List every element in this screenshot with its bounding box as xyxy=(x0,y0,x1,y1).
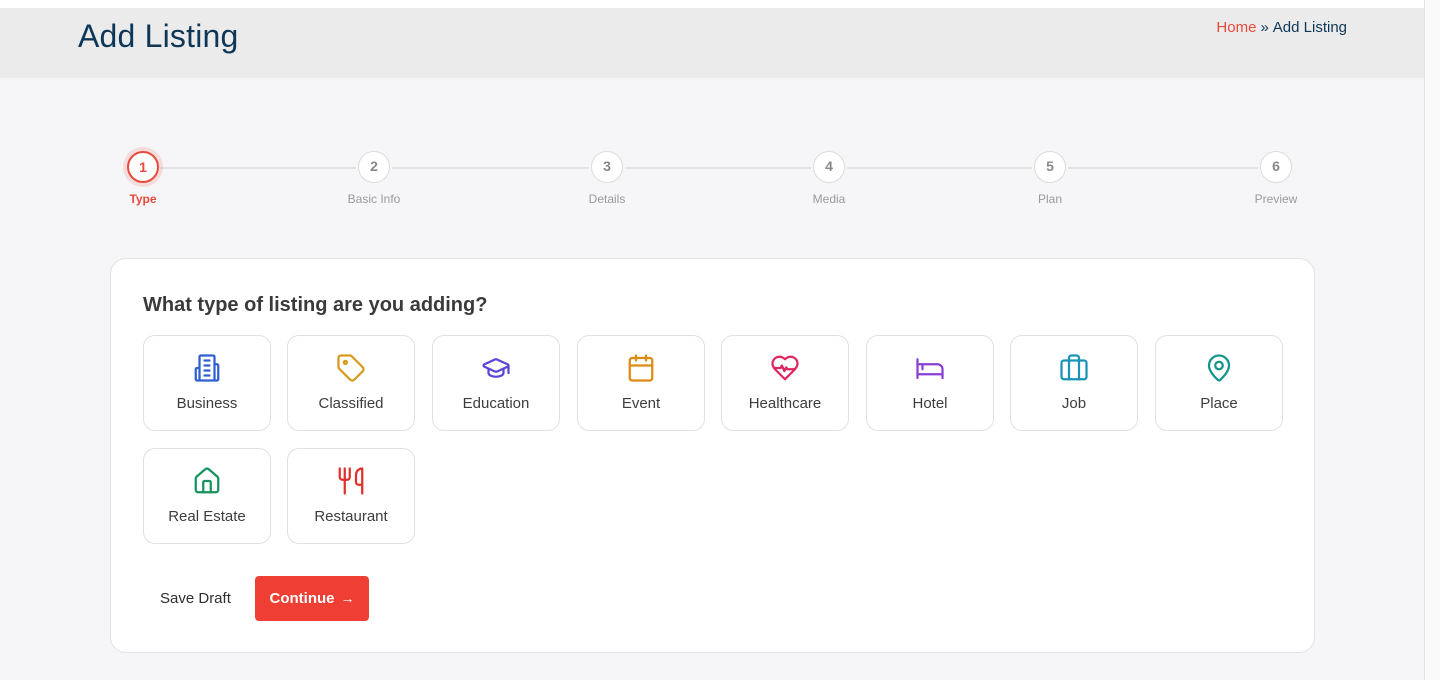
breadcrumb-separator: » xyxy=(1260,19,1269,36)
step-number: 4 xyxy=(813,151,845,183)
continue-button[interactable]: Continue → xyxy=(255,576,369,621)
step-label: Details xyxy=(588,192,626,206)
type-option-classified[interactable]: Classified xyxy=(287,335,415,431)
type-option-place[interactable]: Place xyxy=(1155,335,1283,431)
type-option-label: Hotel xyxy=(912,395,948,412)
step-connector xyxy=(1068,167,1258,169)
type-option-label: Restaurant xyxy=(314,508,388,525)
building-icon xyxy=(144,353,270,383)
type-option-event[interactable]: Event xyxy=(577,335,705,431)
type-option-label: Classified xyxy=(318,395,384,412)
type-option-restaurant[interactable]: Restaurant xyxy=(287,448,415,544)
listing-type-card: What type of listing are you adding? Bus… xyxy=(110,258,1315,653)
graduation-cap-icon xyxy=(433,353,559,383)
type-option-label: Real Estate xyxy=(168,508,246,525)
step-label: Basic Info xyxy=(347,192,401,206)
arrow-right-icon: → xyxy=(340,590,355,606)
step-number: 1 xyxy=(127,151,159,183)
breadcrumb: Home» Add Listing xyxy=(1216,19,1347,36)
step-connector xyxy=(160,167,356,169)
page-title: Add Listing xyxy=(78,18,239,54)
step-preview[interactable]: 6 Preview xyxy=(1231,150,1321,206)
step-label: Media xyxy=(812,192,846,206)
type-option-label: Healthcare xyxy=(748,395,822,412)
type-option-label: Education xyxy=(462,395,530,412)
type-option-real-estate[interactable]: Real Estate xyxy=(143,448,271,544)
step-plan[interactable]: 5 Plan xyxy=(1005,150,1095,206)
step-label: Type xyxy=(129,192,157,206)
type-option-education[interactable]: Education xyxy=(432,335,560,431)
breadcrumb-home-link[interactable]: Home xyxy=(1216,19,1256,36)
type-option-healthcare[interactable]: Healthcare xyxy=(721,335,849,431)
house-icon xyxy=(144,466,270,496)
type-option-hotel[interactable]: Hotel xyxy=(866,335,994,431)
continue-label: Continue xyxy=(269,590,335,607)
step-number: 2 xyxy=(358,151,390,183)
calendar-icon xyxy=(578,353,704,383)
step-label: Preview xyxy=(1254,192,1298,206)
step-basic-info[interactable]: 2 Basic Info xyxy=(329,150,419,206)
type-option-label: Job xyxy=(1061,395,1087,412)
utensils-icon xyxy=(288,466,414,496)
tag-icon xyxy=(288,353,414,383)
step-label: Plan xyxy=(1037,192,1063,206)
page-header: Add Listing Home» Add Listing xyxy=(0,8,1424,78)
step-media[interactable]: 4 Media xyxy=(784,150,874,206)
top-strip xyxy=(0,0,1424,8)
type-option-label: Business xyxy=(176,395,238,412)
stepper: 1 Type 2 Basic Info 3 Details 4 Media 5 … xyxy=(0,150,1424,220)
scrollbar-track[interactable] xyxy=(1424,0,1440,680)
step-type[interactable]: 1 Type xyxy=(98,150,188,206)
type-option-job[interactable]: Job xyxy=(1010,335,1138,431)
step-number: 5 xyxy=(1034,151,1066,183)
listing-type-question: What type of listing are you adding? xyxy=(143,294,488,316)
step-details[interactable]: 3 Details xyxy=(562,150,652,206)
bed-icon xyxy=(867,353,993,383)
breadcrumb-current: Add Listing xyxy=(1272,19,1347,36)
step-connector xyxy=(392,167,589,169)
type-option-business[interactable]: Business xyxy=(143,335,271,431)
map-pin-icon xyxy=(1156,353,1282,383)
save-draft-button[interactable]: Save Draft xyxy=(143,577,248,621)
step-number: 3 xyxy=(591,151,623,183)
step-number: 6 xyxy=(1260,151,1292,183)
briefcase-icon xyxy=(1011,353,1137,383)
type-option-label: Place xyxy=(1200,395,1238,412)
type-option-label: Event xyxy=(621,395,661,412)
heart-pulse-icon xyxy=(722,353,848,383)
